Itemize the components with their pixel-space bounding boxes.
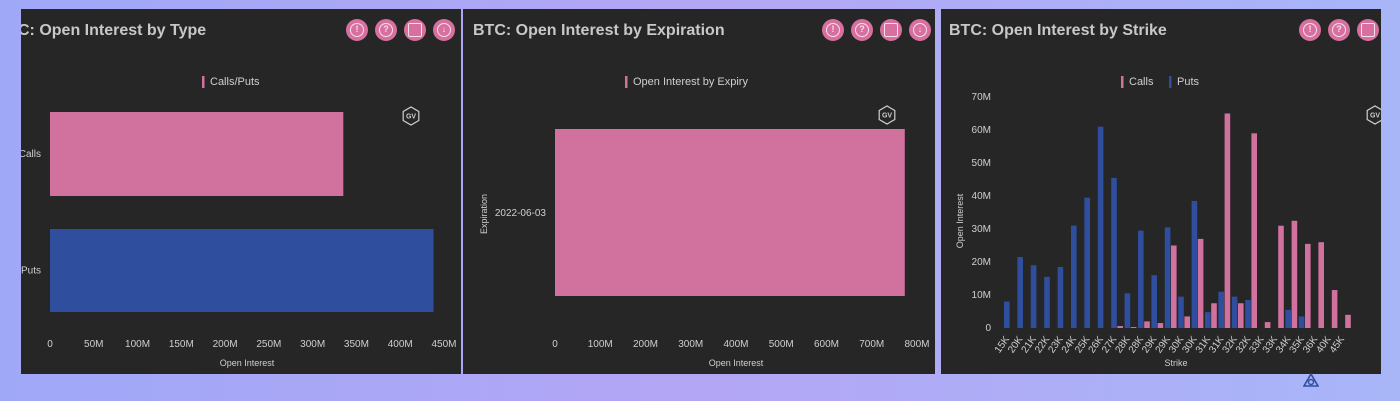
y-tick-label: 60M <box>972 125 991 136</box>
watermark-logo-text: GV <box>1370 113 1380 120</box>
bar-puts <box>1071 225 1077 328</box>
bar-calls <box>1130 327 1137 328</box>
y-tick-label: 10M <box>972 290 991 301</box>
y-axis-label: Expiration <box>479 194 489 234</box>
bar-calls <box>1197 238 1204 328</box>
bar-puts <box>1285 309 1291 328</box>
bar-puts <box>50 229 434 312</box>
x-tick-label: 0 <box>552 339 558 350</box>
y-tick-label: 40M <box>972 191 991 202</box>
bar-calls <box>1184 316 1190 328</box>
bar-puts <box>1205 312 1211 328</box>
bar-calls <box>1224 113 1231 328</box>
legend-label: Open Interest by Expiry <box>633 76 748 88</box>
bar-calls <box>1171 245 1177 328</box>
x-tick-label: 200M <box>213 339 238 350</box>
x-axis-label: Open Interest <box>220 358 275 368</box>
x-tick-label: 300M <box>300 339 325 350</box>
x-tick-label: 100M <box>588 339 613 350</box>
bar-puts <box>1231 296 1238 328</box>
bar-puts <box>1298 316 1305 328</box>
y-tick-label: 30M <box>972 224 991 235</box>
x-tick-label: 200M <box>633 339 658 350</box>
bar-calls <box>1264 322 1271 328</box>
y-tick-label: Calls <box>21 149 41 160</box>
bar-calls <box>1157 323 1164 328</box>
x-tick-label: 300M <box>678 339 703 350</box>
chart-area: Calls/Puts GV Calls Puts 0 50M 100M 150M 200M 250… <box>21 76 457 368</box>
watermark-logo-text: GV <box>882 113 892 120</box>
bar-expiry <box>555 129 905 296</box>
x-tick-label: 400M <box>723 339 748 350</box>
bar-calls <box>1305 243 1311 328</box>
panel-open-interest-by-expiration: BTC: Open Interest by Expiration !? ↓ Ope… <box>463 9 935 374</box>
x-tick-label: 800M <box>904 339 929 350</box>
bar-puts <box>1004 301 1010 328</box>
y-tick-label: 50M <box>972 158 991 169</box>
x-tick-label: 400M <box>388 339 413 350</box>
bar-puts <box>1044 276 1050 328</box>
x-axis-label: Strike <box>1164 358 1187 368</box>
bar-calls <box>1238 303 1244 328</box>
x-tick-label: 45K <box>1328 334 1347 355</box>
y-tick-label: 2022-06-03 <box>495 208 547 219</box>
x-tick-label: 150M <box>169 339 194 350</box>
bar-puts <box>1191 200 1198 328</box>
x-tick-label: 100M <box>125 339 150 350</box>
y-tick-label: Puts <box>21 266 41 277</box>
bar-calls <box>1144 321 1150 328</box>
brand-logo-icon <box>1303 373 1319 387</box>
x-tick-label: 600M <box>814 339 839 350</box>
bar-puts <box>1111 177 1117 328</box>
bar-puts <box>1124 293 1131 328</box>
bar-calls <box>1291 220 1298 328</box>
bar-puts <box>1245 299 1251 328</box>
x-tick-label: 250M <box>256 339 281 350</box>
y-tick-label: 70M <box>972 92 991 103</box>
legend-label: Calls <box>1129 76 1154 88</box>
x-tick-label: 350M <box>344 339 369 350</box>
x-tick-label: 0 <box>47 339 53 350</box>
bar-puts <box>1017 257 1023 328</box>
legend-swatch <box>202 76 205 88</box>
bar-puts <box>1178 296 1184 328</box>
bar-calls <box>1251 133 1257 328</box>
x-axis-label: Open Interest <box>709 358 764 368</box>
bar-puts <box>1057 266 1064 328</box>
x-tick-label: 450M <box>431 339 456 350</box>
panel-open-interest-by-type: C: Open Interest by Type !? ↓ Calls/Puts G… <box>21 9 461 374</box>
panel-open-interest-by-strike: BTC: Open Interest by Strike !?↓ CallsPu… <box>941 9 1381 374</box>
y-tick-label: 0 <box>985 323 991 334</box>
bar-calls <box>1318 242 1324 328</box>
x-tick-label: 50M <box>84 339 103 350</box>
bar-calls <box>1211 303 1217 328</box>
bar-calls <box>1278 225 1284 328</box>
legend-label: Calls/Puts <box>210 76 260 88</box>
bar-calls <box>50 112 344 196</box>
chart-area: Open Interest by Expiry GV 2022-06-03 Expir… <box>479 76 930 368</box>
x-tick-label: 700M <box>859 339 884 350</box>
bar-puts <box>1151 275 1157 328</box>
bar-puts <box>1030 265 1037 328</box>
bar-puts <box>1097 126 1104 328</box>
legend-swatch <box>1121 76 1124 88</box>
bar-puts <box>1084 197 1090 328</box>
bar-puts <box>1138 230 1144 328</box>
chart-area: Calls Puts GV 0 10M 20M 30M 40M 50M 60M 70M Open In… <box>955 76 1381 368</box>
bar-puts <box>1218 291 1224 328</box>
watermark-logo-text: GV <box>406 114 416 121</box>
bar-calls <box>1331 290 1338 328</box>
y-tick-label: 20M <box>972 257 991 268</box>
legend-swatch <box>625 76 628 88</box>
bar-calls <box>1117 326 1123 328</box>
legend-swatch <box>1169 76 1172 88</box>
x-tick-label: 500M <box>769 339 794 350</box>
legend-label: Puts <box>1177 76 1200 88</box>
bar-puts <box>1164 227 1171 328</box>
bar-calls <box>1345 314 1351 328</box>
y-axis-label: Open Interest <box>955 193 965 248</box>
